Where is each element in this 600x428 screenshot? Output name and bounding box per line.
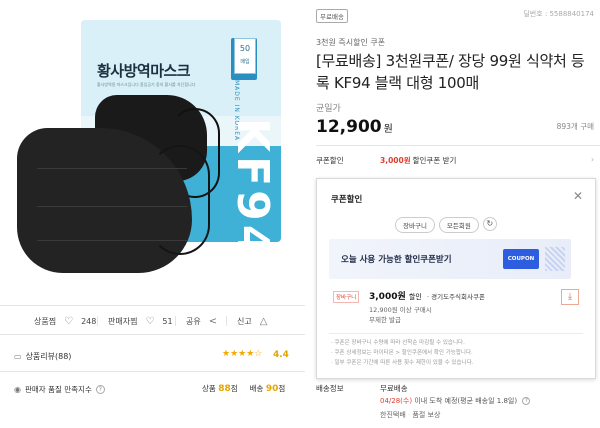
coupon-discount-row[interactable]: 쿠폰할인 3,000원 할인쿠폰 받기 ›	[316, 155, 598, 166]
seller-quality-row: ◉ 판매자 품질 만족지수 ? 상품 88점 배송 90점	[0, 376, 305, 402]
close-icon[interactable]: ✕	[573, 189, 583, 203]
package-title: 황사방역마스크	[97, 62, 191, 80]
share-icon: <	[208, 316, 218, 327]
chip-all-members[interactable]: 모든회원	[438, 217, 479, 233]
coupon-amount: 3,000원 할인	[369, 289, 422, 302]
coupon-note: · 쿠폰은 장바구니 수량에 따라 선착순 마감될 수 있습니다.	[331, 340, 465, 346]
refresh-icon[interactable]: ↻	[482, 217, 497, 231]
soldout-guarantee: 품절 보상	[412, 411, 441, 419]
delivery-score: 배송 90점	[250, 383, 286, 394]
courier-name: 한진택배	[380, 411, 406, 419]
price: 12,900 원	[316, 117, 393, 137]
review-row[interactable]: ▭ 상품리뷰(88) ★★★★☆ 4.4	[0, 340, 305, 372]
seller-quality-label: ◉ 판매자 품질 만족지수 ?	[14, 384, 105, 395]
review-label: ▭ 상품리뷰(88)	[14, 351, 71, 362]
review-icon: ▭	[14, 352, 22, 361]
deal-number: 딜번호 : 5588840174	[523, 10, 594, 18]
share-button[interactable]: 공유 <	[186, 316, 217, 327]
help-icon[interactable]: ?	[95, 385, 105, 394]
coupon-card: 장바구니 3,000원 할인 · 경기도주식회사쿠폰 12,900원 이상 구매…	[329, 287, 585, 331]
divider	[329, 333, 583, 334]
product-score-label: 상품	[202, 384, 216, 393]
badge-count-unit: 매입	[240, 59, 250, 65]
price-value: 12,900	[316, 117, 382, 137]
eta-date: 04/28(수)	[380, 397, 413, 405]
price-type-label: 균일가	[316, 104, 341, 114]
eta-text: 이내 도착 예정(평균 배송일 1.8일)	[414, 397, 518, 405]
score-unit: 점	[230, 384, 238, 393]
delivery-score-value: 90	[265, 384, 279, 394]
coupon-row-text: 할인쿠폰 받기	[412, 156, 457, 165]
product-score-value: 88	[218, 384, 231, 394]
shipping-value: 무료배송	[380, 384, 408, 393]
download-icon[interactable]: ⤓	[561, 289, 579, 305]
banner-text: 오늘 사용 가능한 할인쿠폰받기	[341, 255, 452, 265]
purchase-count: 893개 구매	[556, 122, 594, 131]
favorite-count: 248	[81, 317, 97, 326]
coupon-tag: 장바구니	[333, 291, 360, 303]
coupon-note: · 일부 쿠폰은 기간에 따른 사용 횟수 제한이 있을 수 있습니다.	[331, 360, 474, 366]
chevron-right-icon: ›	[591, 155, 594, 164]
coupon-row-amount: 3,000원	[380, 156, 411, 165]
coupon-condition: 12,900원 이상 구매시	[369, 306, 432, 314]
badge-count: 50	[239, 44, 251, 53]
shipping-row: 배송정보 무료배송	[316, 383, 598, 394]
package-count-badge: 50 매입	[234, 38, 256, 74]
delivery-eta: 04/28(수) 이내 도착 예정(평균 배송일 1.8일) ?	[380, 396, 531, 406]
score-unit: 점	[278, 384, 286, 393]
price-unit: 원	[383, 124, 393, 135]
chip-cart[interactable]: 장바구니	[395, 217, 435, 233]
coupon-banner[interactable]: 오늘 사용 가능한 할인쿠폰받기 COUPON	[329, 239, 571, 279]
heart-icon: ♡	[64, 316, 74, 327]
seller-icon: ◉	[14, 385, 21, 394]
help-icon[interactable]: ?	[522, 397, 531, 405]
coupon-note: · 쿠폰 상세정보는 마이티몬 > 할인쿠폰에서 확인 가능합니다.	[331, 350, 473, 356]
favorite-label: 상품찜	[34, 317, 57, 326]
coupon-filter-chips: 장바구니 모든회원 ↻	[395, 217, 497, 233]
coupon-row-label: 쿠폰할인	[316, 156, 344, 165]
rating-score: 4.4	[273, 350, 289, 360]
mask-front-ear-loop	[150, 145, 210, 255]
coupon-popup: 쿠폰할인 ✕ 장바구니 모든회원 ↻ 오늘 사용 가능한 할인쿠폰받기 COUP…	[316, 178, 596, 379]
product-title: [무료배송] 3천원쿠폰/ 장당 99원 식약처 등록 KF94 블랙 대형 1…	[316, 52, 585, 92]
share-label: 공유	[186, 317, 201, 326]
product-stats-row: 상품찜 ♡ 248 판매자찜 ♡ 51 공유 < 신고 △	[0, 305, 305, 335]
heart-icon: ♡	[145, 316, 155, 327]
favorite-button[interactable]: 상품찜 ♡ 248	[34, 316, 96, 327]
courier-row: 한진택배 · 품절 보상	[380, 411, 441, 419]
shipping-label: 배송정보	[316, 384, 344, 393]
seller-favorite-count: 51	[162, 317, 173, 326]
seller-scores: 상품 88점 배송 90점	[202, 383, 285, 394]
coupon-ticket-icon: COUPON	[503, 249, 539, 269]
popup-title: 쿠폰할인	[331, 195, 363, 205]
coupon-issuer: · 경기도주식회사쿠폰	[427, 293, 485, 301]
seller-favorite-button[interactable]: 판매자찜 ♡ 51	[108, 316, 173, 327]
product-image[interactable]: 황사방역마스크 황사방역용 마스크입니다 흡입공기 중의 황사를 차단합니다 대…	[0, 0, 305, 292]
report-button[interactable]: 신고 △	[237, 316, 267, 327]
coupon-expiry: 무제한 발급	[369, 316, 401, 324]
review-count: 상품리뷰(88)	[25, 352, 72, 361]
free-shipping-badge: 무료배송	[316, 9, 348, 23]
divider	[175, 316, 176, 326]
delivery-score-label: 배송	[249, 384, 264, 393]
divider	[226, 316, 227, 326]
siren-icon: △	[259, 316, 268, 327]
kf94-text: KF94	[227, 118, 278, 260]
divider	[316, 145, 600, 146]
coupon-notes: · 쿠폰은 장바구니 수량에 따라 선착순 마감될 수 있습니다. · 쿠폰 상…	[331, 338, 473, 368]
report-label: 신고	[237, 317, 252, 326]
promo-text: 3천원 즉시할인 쿠폰	[316, 38, 386, 47]
seller-favorite-label: 판매자찜	[108, 317, 138, 326]
package-fine-print: 황사방역용 마스크입니다 흡입공기 중의 황사를 차단합니다	[97, 82, 196, 87]
divider	[97, 316, 98, 326]
banner-decoration	[545, 247, 565, 271]
rating-stars: ★★★★☆	[222, 349, 263, 359]
coupon-amount-value: 3,000원	[369, 292, 406, 302]
coupon-discount-text: 할인	[408, 293, 422, 301]
seller-quality-text: 판매자 품질 만족지수	[24, 385, 92, 394]
product-score: 상품 88점	[202, 383, 238, 394]
